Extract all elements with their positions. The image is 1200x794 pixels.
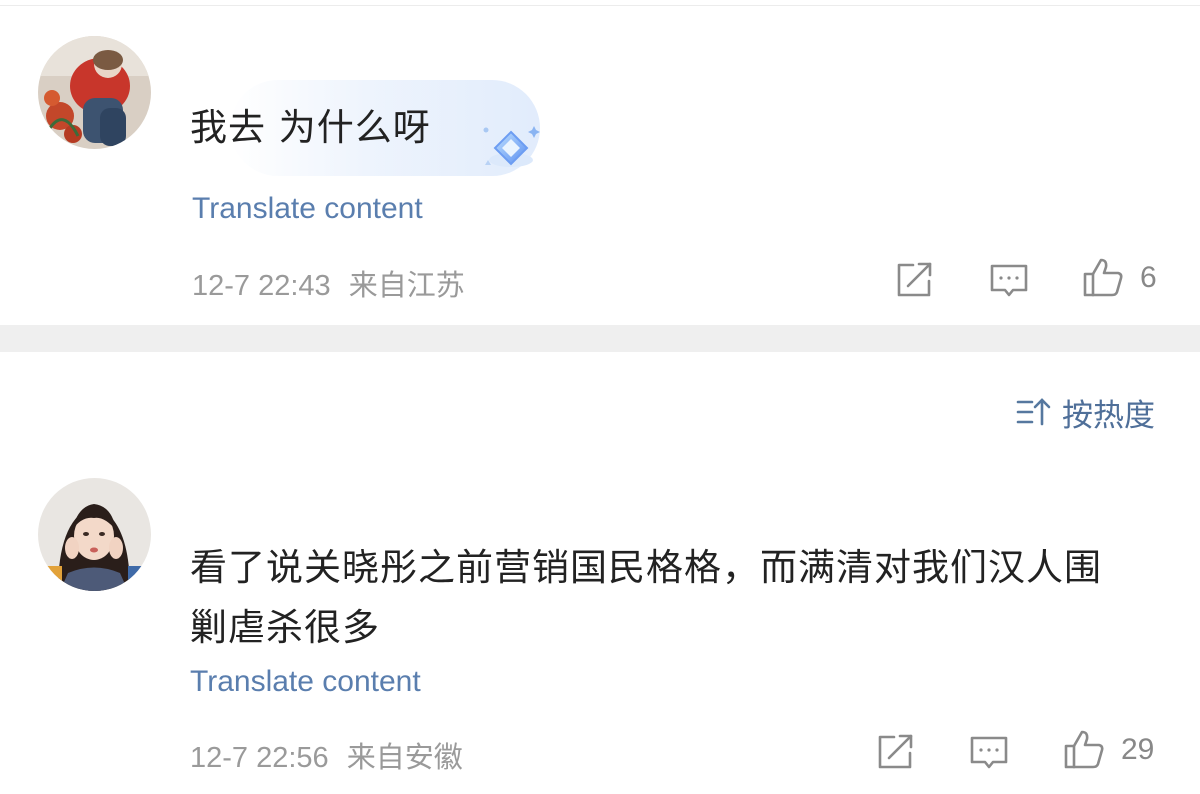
thumbs-up-icon[interactable] bbox=[1082, 256, 1124, 298]
timestamp: 12-7 22:56 bbox=[190, 742, 329, 774]
comment-text: 看了说关晓彤之前营销国民格格，而满清对我们汉人围 剿虐杀很多 bbox=[190, 538, 1180, 658]
top-divider bbox=[0, 0, 1200, 6]
share-icon[interactable] bbox=[874, 731, 916, 773]
thumbs-up-icon[interactable] bbox=[1063, 728, 1105, 770]
comment-icon[interactable] bbox=[968, 731, 1010, 773]
like-count: 6 bbox=[1140, 261, 1157, 294]
location: 来自江苏 bbox=[348, 270, 465, 302]
avatar-image bbox=[38, 478, 151, 591]
sort-by-hot-button[interactable]: 按热度 bbox=[1014, 391, 1155, 434]
translate-link[interactable]: Translate content bbox=[190, 665, 421, 699]
location: 来自安徽 bbox=[346, 742, 463, 774]
avatar[interactable] bbox=[38, 478, 151, 591]
sort-icon bbox=[1016, 398, 1051, 426]
comment-meta: 12-7 22:43 来自江苏 bbox=[192, 262, 465, 304]
sort-label: 按热度 bbox=[1062, 397, 1155, 434]
timestamp: 12-7 22:43 bbox=[192, 270, 331, 302]
avatar[interactable] bbox=[38, 36, 151, 149]
comment-text-line: 看了说关晓彤之前营销国民格格，而满清对我们汉人围 bbox=[190, 546, 1102, 589]
translate-link[interactable]: Translate content bbox=[192, 192, 423, 226]
comment-icon[interactable] bbox=[988, 259, 1030, 301]
comment-text: 我去 为什么呀 bbox=[190, 106, 431, 149]
like-count: 29 bbox=[1121, 733, 1155, 766]
avatar-image bbox=[38, 36, 151, 149]
comment-meta: 12-7 22:56 来自安徽 bbox=[190, 734, 463, 776]
share-icon[interactable] bbox=[893, 259, 935, 301]
section-separator bbox=[0, 325, 1200, 352]
comment-text-line: 剿虐杀很多 bbox=[190, 606, 380, 649]
diamond-badge-icon bbox=[480, 120, 542, 176]
